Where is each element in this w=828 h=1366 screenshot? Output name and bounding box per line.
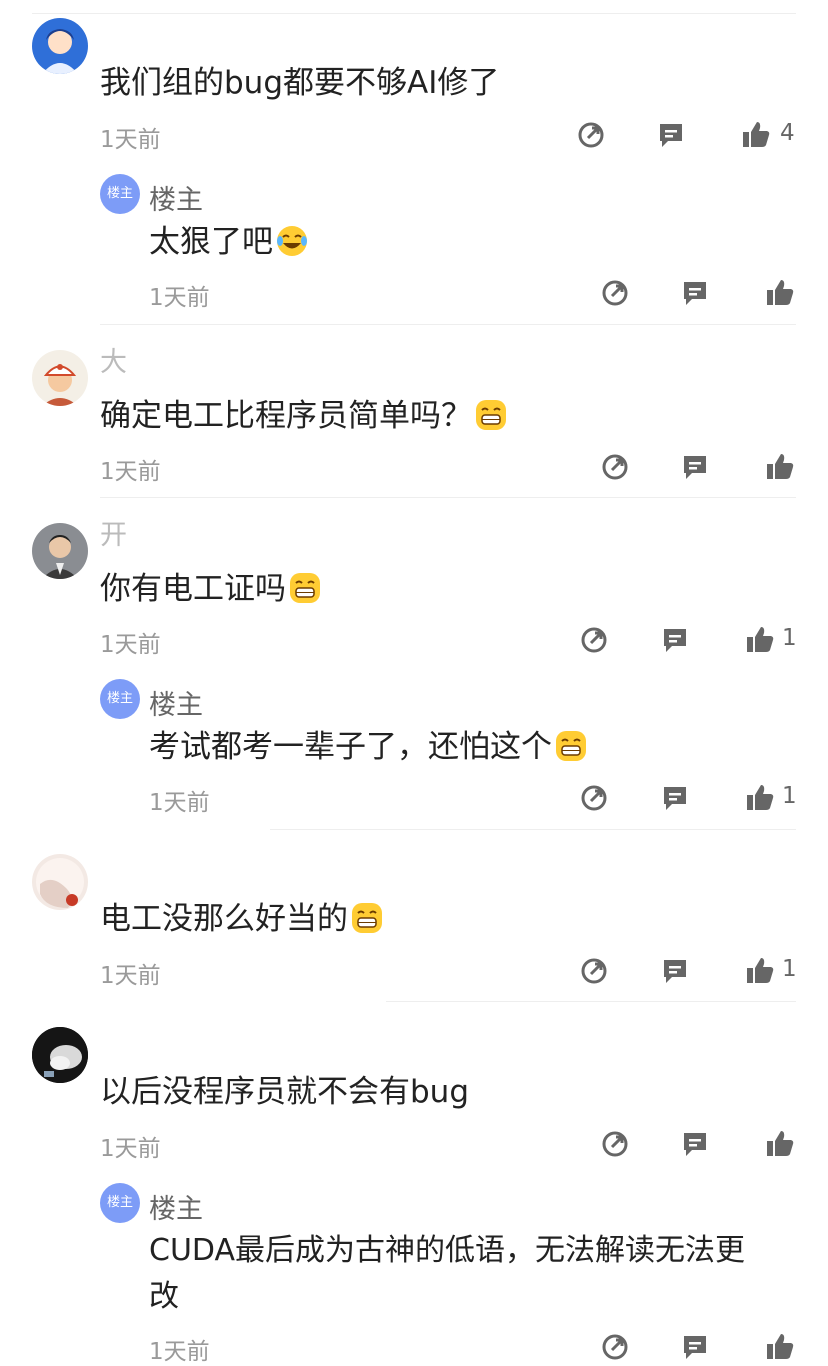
comment-time: 1天前 bbox=[100, 963, 161, 989]
host-badge: 楼主 bbox=[100, 174, 140, 214]
grin-emoji-icon bbox=[474, 398, 508, 432]
reply-icon[interactable] bbox=[656, 120, 686, 150]
share-icon[interactable] bbox=[600, 278, 630, 308]
reply-icon[interactable] bbox=[680, 1129, 710, 1159]
comment-divider bbox=[100, 497, 796, 498]
share-icon[interactable] bbox=[576, 120, 606, 150]
comment-text: 你有电工证吗 bbox=[100, 566, 322, 612]
reply-text-content: 考试都考一辈子了，还怕这个 bbox=[149, 729, 552, 765]
comment-divider bbox=[100, 324, 796, 325]
user-avatar[interactable] bbox=[32, 523, 88, 579]
comment-divider bbox=[386, 1001, 796, 1002]
reply-text: 太狠了吧 bbox=[149, 219, 309, 265]
comment-text: 确定电工比程序员简单吗？ bbox=[100, 393, 508, 439]
share-icon[interactable] bbox=[600, 452, 630, 482]
host-label: 楼主 bbox=[149, 1194, 203, 1225]
like-count: 1 bbox=[782, 625, 797, 651]
reply-icon[interactable] bbox=[680, 1332, 710, 1362]
grin-emoji-icon bbox=[288, 571, 322, 605]
like-icon[interactable] bbox=[745, 955, 775, 985]
comment-divider bbox=[270, 829, 796, 830]
reply-icon[interactable] bbox=[660, 625, 690, 655]
comment-text-content: 你有电工证吗 bbox=[100, 571, 286, 607]
like-count: 1 bbox=[782, 783, 797, 809]
grin-emoji-icon bbox=[554, 729, 588, 763]
user-avatar[interactable] bbox=[32, 854, 88, 910]
comment-text: 我们组的bug都要不够AI修了 bbox=[100, 65, 500, 101]
comment-time: 1天前 bbox=[100, 632, 161, 658]
reply-text: 考试都考一辈子了，还怕这个 bbox=[149, 724, 588, 770]
reply-icon[interactable] bbox=[680, 278, 710, 308]
like-icon[interactable] bbox=[745, 624, 775, 654]
reply-icon[interactable] bbox=[660, 956, 690, 986]
comment-text: 以后没程序员就不会有bug bbox=[100, 1074, 470, 1110]
user-name[interactable]: 大 bbox=[100, 340, 127, 379]
like-count: 4 bbox=[780, 120, 795, 146]
host-label: 楼主 bbox=[149, 185, 203, 216]
share-icon[interactable] bbox=[579, 625, 609, 655]
grin-emoji-icon bbox=[350, 901, 384, 935]
user-name[interactable]: 开 bbox=[100, 513, 127, 552]
reply-time: 1天前 bbox=[149, 285, 210, 311]
reply-text-content: 太狠了吧 bbox=[149, 224, 273, 260]
like-count: 1 bbox=[782, 956, 797, 982]
user-avatar[interactable] bbox=[32, 1027, 88, 1083]
reply-text-continued: 改 bbox=[149, 1279, 179, 1314]
top-divider bbox=[32, 13, 796, 14]
comment-text: 电工没那么好当的 bbox=[100, 896, 384, 942]
reply-text: CUDA最后成为古神的低语，无法解读无法更 bbox=[149, 1233, 746, 1268]
like-icon[interactable] bbox=[741, 119, 771, 149]
host-label: 楼主 bbox=[149, 690, 203, 721]
like-icon[interactable] bbox=[765, 277, 795, 307]
reply-time: 1天前 bbox=[149, 790, 210, 816]
share-icon[interactable] bbox=[579, 956, 609, 986]
like-icon[interactable] bbox=[765, 1331, 795, 1361]
reply-icon[interactable] bbox=[660, 783, 690, 813]
user-avatar[interactable] bbox=[32, 18, 88, 74]
share-icon[interactable] bbox=[579, 783, 609, 813]
comment-text-content: 确定电工比程序员简单吗？ bbox=[100, 398, 472, 434]
laugh-tears-emoji-icon bbox=[275, 224, 309, 258]
reply-icon[interactable] bbox=[680, 452, 710, 482]
like-icon[interactable] bbox=[765, 451, 795, 481]
share-icon[interactable] bbox=[600, 1129, 630, 1159]
comment-text-content: 电工没那么好当的 bbox=[100, 901, 348, 937]
comment-time: 1天前 bbox=[100, 1136, 161, 1162]
host-badge: 楼主 bbox=[100, 679, 140, 719]
like-icon[interactable] bbox=[745, 782, 775, 812]
like-icon[interactable] bbox=[765, 1128, 795, 1158]
host-badge: 楼主 bbox=[100, 1183, 140, 1223]
share-icon[interactable] bbox=[600, 1332, 630, 1362]
reply-time: 1天前 bbox=[149, 1339, 210, 1365]
comment-time: 1天前 bbox=[100, 459, 161, 485]
comment-time: 1天前 bbox=[100, 127, 161, 153]
user-avatar[interactable] bbox=[32, 350, 88, 406]
